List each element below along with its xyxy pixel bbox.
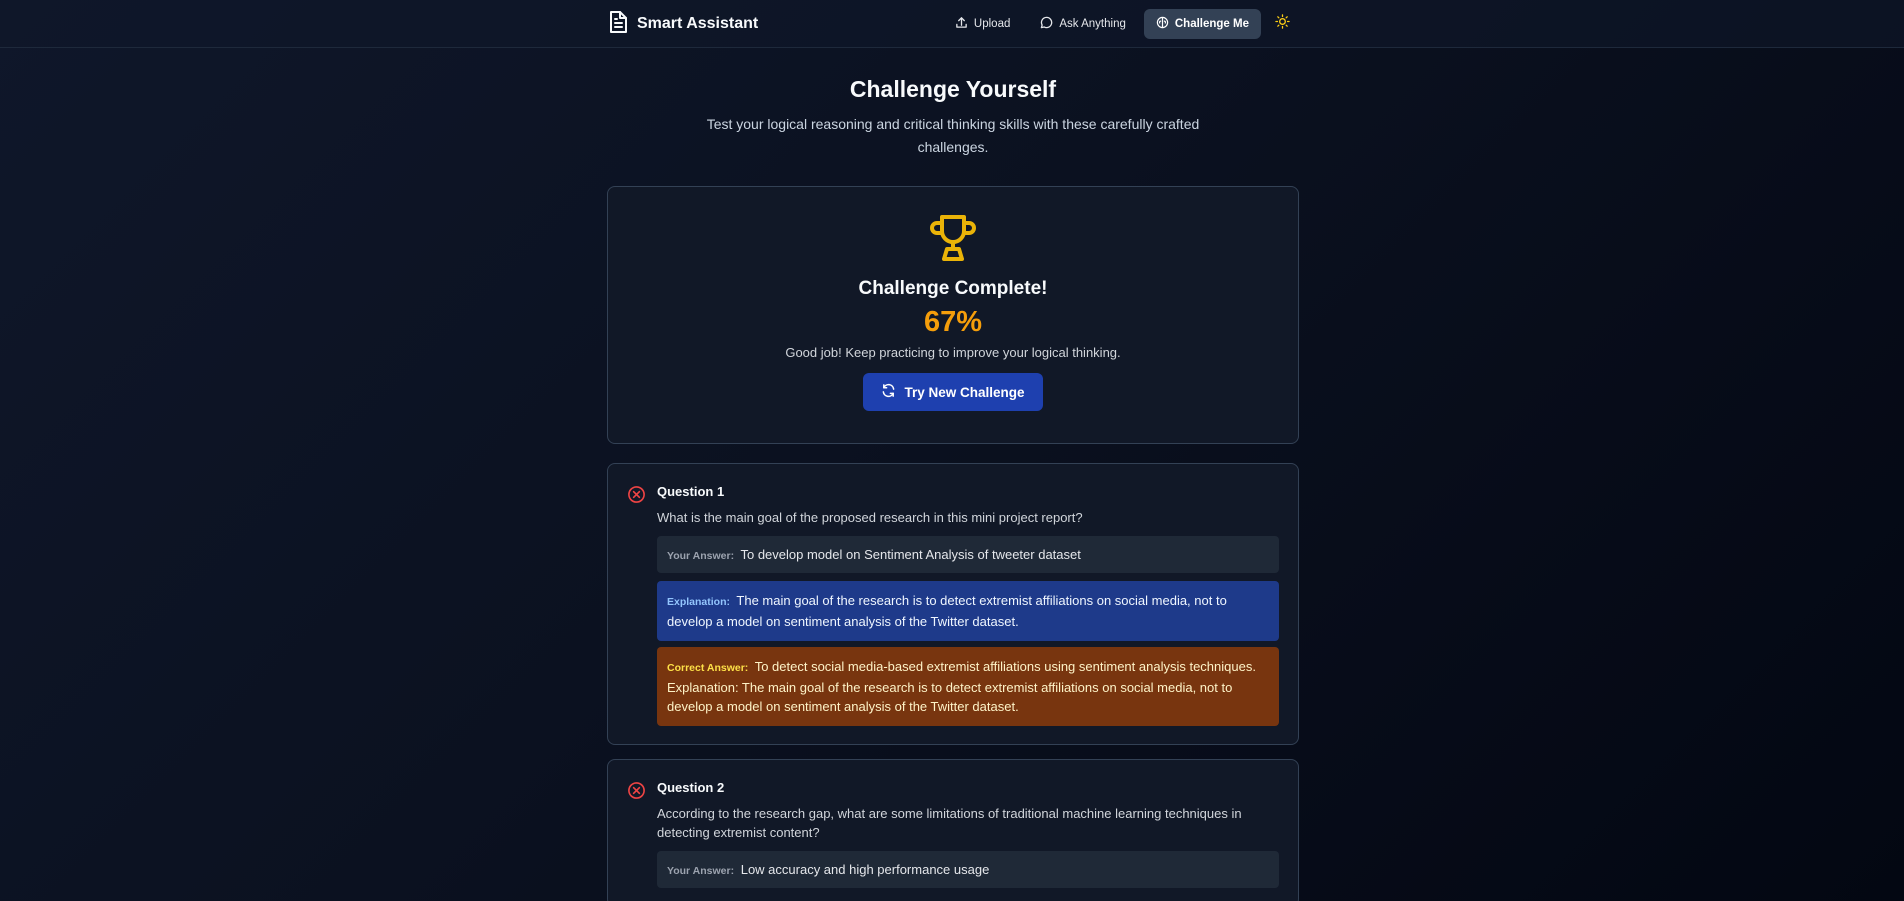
nav-upload-label: Upload — [973, 18, 1011, 30]
trophy-icon — [608, 213, 1298, 268]
nav-ask-label: Ask Anything — [1059, 18, 1126, 30]
sun-icon — [1274, 14, 1290, 34]
page-title: Challenge Yourself — [849, 76, 1057, 102]
x-circle-icon — [627, 485, 647, 726]
brain-icon — [1156, 16, 1169, 32]
page-subtitle: Test your logical reasoning and critical… — [706, 116, 1200, 155]
question-title: Question 1 — [657, 484, 725, 499]
question-body: Question 2 According to the research gap… — [657, 780, 1279, 888]
top-navbar: Smart Assistant Upload Ask Anything Chal… — [0, 0, 1904, 48]
question-card: Question 1 What is the main goal of the … — [607, 463, 1299, 745]
nav-upload[interactable]: Upload — [943, 9, 1022, 39]
x-circle-icon — [627, 781, 647, 888]
chat-bubble-icon — [1040, 16, 1053, 32]
try-new-challenge-button[interactable]: Try New Challenge — [863, 373, 1043, 411]
result-message: Good job! Keep practicing to improve you… — [785, 345, 1121, 360]
question-title: Question 2 — [657, 780, 725, 795]
refresh-icon — [881, 383, 896, 401]
main-nav: Upload Ask Anything Challenge Me — [943, 9, 1297, 39]
your-answer-label: Your Answer: — [667, 550, 735, 562]
try-new-challenge-label: Try New Challenge — [904, 384, 1025, 400]
main-content: Challenge Yourself Test your logical rea… — [607, 48, 1299, 901]
question-text: According to the research gap, what are … — [657, 806, 1242, 840]
brand[interactable]: Smart Assistant — [607, 10, 758, 39]
correct-answer-text: To detect social media-based extremist a… — [667, 659, 1256, 714]
correct-answer-box: Correct Answer: To detect social media-b… — [657, 647, 1279, 726]
your-answer-text: Low accuracy and high performance usage — [740, 862, 990, 877]
nav-challenge-me[interactable]: Challenge Me — [1143, 9, 1261, 39]
navbar-inner: Smart Assistant Upload Ask Anything Chal… — [607, 0, 1297, 48]
your-answer-box: Your Answer: To develop model on Sentime… — [657, 536, 1279, 573]
nav-challenge-label: Challenge Me — [1174, 18, 1249, 30]
your-answer-label: Your Answer: — [667, 865, 735, 877]
your-answer-box: Your Answer: Low accuracy and high perfo… — [657, 851, 1279, 888]
explanation-label: Explanation: — [667, 596, 731, 608]
upload-icon — [955, 16, 968, 32]
explanation-text: The main goal of the research is to dete… — [667, 593, 1227, 629]
document-icon — [607, 10, 629, 39]
question-card: Question 2 According to the research gap… — [607, 759, 1299, 901]
app-title: Smart Assistant — [637, 15, 759, 32]
explanation-box: Explanation: The main goal of the resear… — [657, 581, 1279, 641]
question-body: Question 1 What is the main goal of the … — [657, 484, 1279, 726]
question-text: What is the main goal of the proposed re… — [657, 510, 1083, 525]
hero: Challenge Yourself Test your logical rea… — [607, 48, 1299, 159]
theme-toggle[interactable] — [1267, 9, 1297, 39]
correct-answer-label: Correct Answer: — [667, 662, 749, 674]
result-title: Challenge Complete! — [858, 278, 1048, 299]
your-answer-text: To develop model on Sentiment Analysis o… — [740, 547, 1081, 562]
result-card: Challenge Complete! 67% Good job! Keep p… — [607, 186, 1299, 444]
nav-ask-anything[interactable]: Ask Anything — [1028, 9, 1137, 39]
score-value: 67% — [923, 306, 983, 338]
